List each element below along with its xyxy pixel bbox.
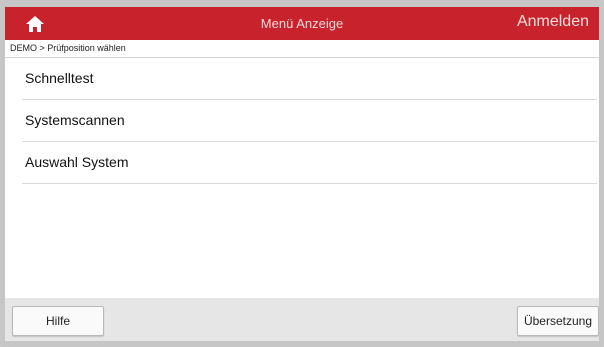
menu-item-label: Auswahl System bbox=[25, 154, 129, 170]
menu-item-schnelltest[interactable]: Schnelltest bbox=[22, 58, 597, 100]
menu-item-auswahl-system[interactable]: Auswahl System bbox=[22, 142, 597, 184]
top-bar: Menü Anzeige Anmelden bbox=[5, 7, 599, 40]
bottom-bar: Hilfe Übersetzung bbox=[5, 298, 599, 341]
app-screen: Menü Anzeige Anmelden DEMO > Prüfpositio… bbox=[5, 7, 599, 341]
translate-button[interactable]: Übersetzung bbox=[517, 306, 599, 336]
breadcrumb-text: DEMO > Prüfposition wählen bbox=[10, 43, 126, 53]
help-button[interactable]: Hilfe bbox=[12, 306, 104, 336]
login-button[interactable]: Anmelden bbox=[517, 13, 589, 31]
menu-list: Schnelltest Systemscannen Auswahl System bbox=[22, 58, 597, 184]
menu-item-systemscannen[interactable]: Systemscannen bbox=[22, 100, 597, 142]
device-frame: Menü Anzeige Anmelden DEMO > Prüfpositio… bbox=[0, 0, 604, 347]
page-title: Menü Anzeige bbox=[260, 16, 344, 31]
menu-item-label: Systemscannen bbox=[25, 112, 125, 128]
menu-item-label: Schnelltest bbox=[25, 70, 94, 86]
breadcrumb: DEMO > Prüfposition wählen bbox=[5, 40, 599, 58]
